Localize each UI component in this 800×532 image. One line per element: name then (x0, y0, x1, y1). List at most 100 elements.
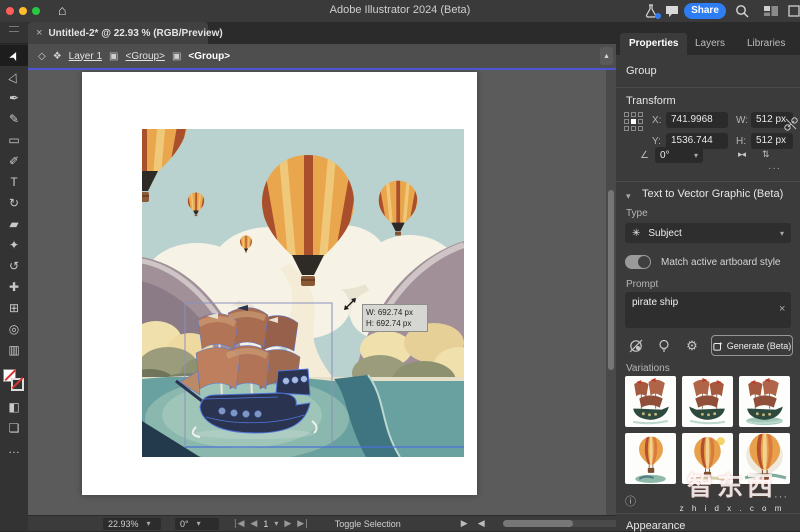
rotation-select[interactable]: 0°▾ (175, 518, 219, 530)
transform-section-title: Transform (626, 95, 676, 107)
selection-tool[interactable]: ➤ (0, 45, 28, 66)
more-tools-button[interactable]: … (0, 438, 28, 459)
variation-thumbnail-balloon-3[interactable] (739, 433, 790, 484)
x-label: X: (652, 115, 661, 126)
gradient-tool[interactable]: ▥ (0, 339, 28, 360)
fill-stroke-swatches[interactable] (0, 366, 28, 396)
toolbar: ➤ ▷ ✒ ✎ ▭ ✐ T ↻ ▰ ✦ ↺ ✚ ⊞ ◎ ▥ ◧ ❏ … (0, 45, 28, 531)
tab-libraries[interactable]: Libraries (738, 33, 794, 55)
panel-more-options[interactable]: ··· (774, 491, 788, 503)
artboard-tool[interactable]: ⊞ (0, 297, 28, 318)
artboard-number[interactable]: 1 (263, 519, 268, 529)
curvature-tool[interactable]: ✎ (0, 108, 28, 129)
y-label: Y: (652, 136, 661, 147)
zoom-level-select[interactable]: 22.93%▾ (103, 518, 161, 530)
stroke-swatch[interactable] (11, 378, 24, 391)
tooltip-height: H: 692.74 px (366, 318, 424, 329)
eraser-tool[interactable]: ▰ (0, 213, 28, 234)
arrow-right-icon: ▶ (461, 518, 468, 529)
horizontal-scrollbar-thumb (503, 520, 573, 527)
direct-selection-tool[interactable]: ▷ (0, 66, 28, 87)
previous-artboard-icon[interactable]: ◀ (250, 518, 257, 529)
document-tab-label: Untitled-2* @ 22.93 % (RGB/Preview) (48, 28, 222, 39)
close-tab-icon[interactable]: × (36, 27, 42, 39)
breadcrumb-group-link[interactable]: <Group> (125, 51, 164, 62)
toolbar-header[interactable] (0, 22, 28, 44)
prompt-label: Prompt (626, 279, 658, 290)
artboard-nav-icon[interactable]: ◇ (38, 51, 46, 62)
shape-builder-tool[interactable]: ✦ (0, 234, 28, 255)
type-tool[interactable]: T (0, 171, 28, 192)
gear-icon[interactable]: ⚙ (684, 338, 700, 354)
breadcrumb-layer-link[interactable]: Layer 1 (69, 51, 102, 62)
selection-type-label: Group (626, 65, 657, 77)
last-artboard-icon[interactable]: ▶∣ (297, 518, 308, 529)
artboard-navigation[interactable]: ∣◀ ◀ 1 ▾ ▶ ▶∣ (233, 518, 309, 529)
transform-more-options[interactable]: ··· (768, 163, 781, 174)
clear-prompt-icon[interactable]: × (779, 303, 785, 315)
generate-icon (713, 341, 723, 351)
notification-dot (655, 13, 661, 19)
reference-point-locator[interactable] (624, 112, 643, 131)
rotation-angle-select[interactable]: 0° ▾ (655, 147, 703, 163)
statusbar-arrows[interactable]: ▶ ◀ (461, 518, 485, 529)
group-badge-icon: ▣ (172, 51, 181, 62)
arrow-left-icon: ◀ (478, 518, 485, 529)
screen-mode-button[interactable]: ❏ (0, 417, 28, 438)
artwork-illustration[interactable] (142, 129, 464, 457)
h-input[interactable]: 512 px (751, 133, 793, 149)
pen-tool[interactable]: ✒ (0, 87, 28, 108)
variation-thumbnail-balloon-2[interactable] (682, 433, 733, 484)
paintbrush-tool[interactable]: ✐ (0, 150, 28, 171)
workspace-layout-icon[interactable] (763, 3, 779, 19)
variation-thumbnail-ship-3[interactable] (739, 376, 790, 427)
breadcrumb: ◇ ❖ Layer 1 ▣ <Group> ▣ <Group> (28, 44, 616, 68)
x-input[interactable]: 741.9968 (666, 112, 728, 128)
rotate-view-tool[interactable]: ↺ (0, 255, 28, 276)
first-artboard-icon[interactable]: ∣◀ (233, 518, 244, 529)
rectangle-tool[interactable]: ▭ (0, 129, 28, 150)
titlebar: ⌂ Adobe Illustrator 2024 (Beta) Share (0, 0, 800, 22)
sparkle-icon: ✳ (632, 228, 640, 239)
variation-thumbnail-ship-2[interactable] (682, 376, 733, 427)
breadcrumb-current-group: <Group> (188, 51, 230, 62)
group-badge-icon: ▣ (109, 51, 118, 62)
style-reference-icon[interactable] (628, 338, 644, 354)
scroll-up-button[interactable]: ▴ (600, 47, 613, 65)
flip-vertical-icon[interactable]: ⇅ (762, 149, 769, 160)
share-button[interactable]: Share (684, 3, 726, 19)
tab-layers[interactable]: Layers (686, 33, 734, 55)
type-select[interactable]: ✳ Subject ▾ (625, 223, 791, 243)
generate-button[interactable]: Generate (Beta) (711, 335, 793, 356)
tab-properties[interactable]: Properties (620, 33, 687, 55)
properties-panel: Group Transform X: 741.9968 W: 512 px Y:… (616, 55, 800, 531)
prompt-input[interactable]: pirate ship (625, 292, 791, 328)
variation-thumbnail-ship-1[interactable] (625, 376, 676, 427)
lightbulb-icon[interactable] (656, 338, 672, 354)
drawing-mode-button[interactable]: ◧ (0, 396, 28, 417)
workspace-switch-icon[interactable] (788, 3, 800, 19)
flip-horizontal-icon[interactable]: ▸◂ (738, 149, 745, 160)
search-icon[interactable] (734, 3, 750, 19)
chevron-down-icon[interactable]: ▾ (274, 519, 278, 528)
section-chevron-icon[interactable]: ▾ (626, 191, 631, 202)
panel-tabs: Properties Layers Libraries (616, 22, 800, 55)
document-tab[interactable]: × Untitled-2* @ 22.93 % (RGB/Preview) (28, 22, 208, 44)
info-icon[interactable]: ⓘ (625, 493, 636, 509)
variations-label: Variations (626, 363, 670, 374)
hand-tool[interactable]: ✚ (0, 276, 28, 297)
next-artboard-icon[interactable]: ▶ (284, 518, 291, 529)
link-dimensions-icon[interactable] (784, 117, 798, 131)
horizontal-scrollbar[interactable] (503, 520, 623, 527)
variation-thumbnail-balloon-1[interactable] (625, 433, 676, 484)
canvas-area[interactable]: W: 692.74 px H: 692.74 px (28, 70, 616, 515)
ttv-section-title[interactable]: Text to Vector Graphic (Beta) (642, 188, 783, 200)
w-label: W: (736, 115, 748, 126)
comment-icon[interactable] (664, 3, 680, 19)
zoom-tool[interactable]: ◎ (0, 318, 28, 339)
rotate-tool[interactable]: ↻ (0, 192, 28, 213)
layers-stack-icon[interactable]: ❖ (53, 51, 62, 62)
vertical-scrollbar-thumb[interactable] (608, 190, 614, 370)
match-artboard-style-toggle[interactable] (625, 255, 651, 269)
angle-icon: ∠ (640, 150, 649, 161)
